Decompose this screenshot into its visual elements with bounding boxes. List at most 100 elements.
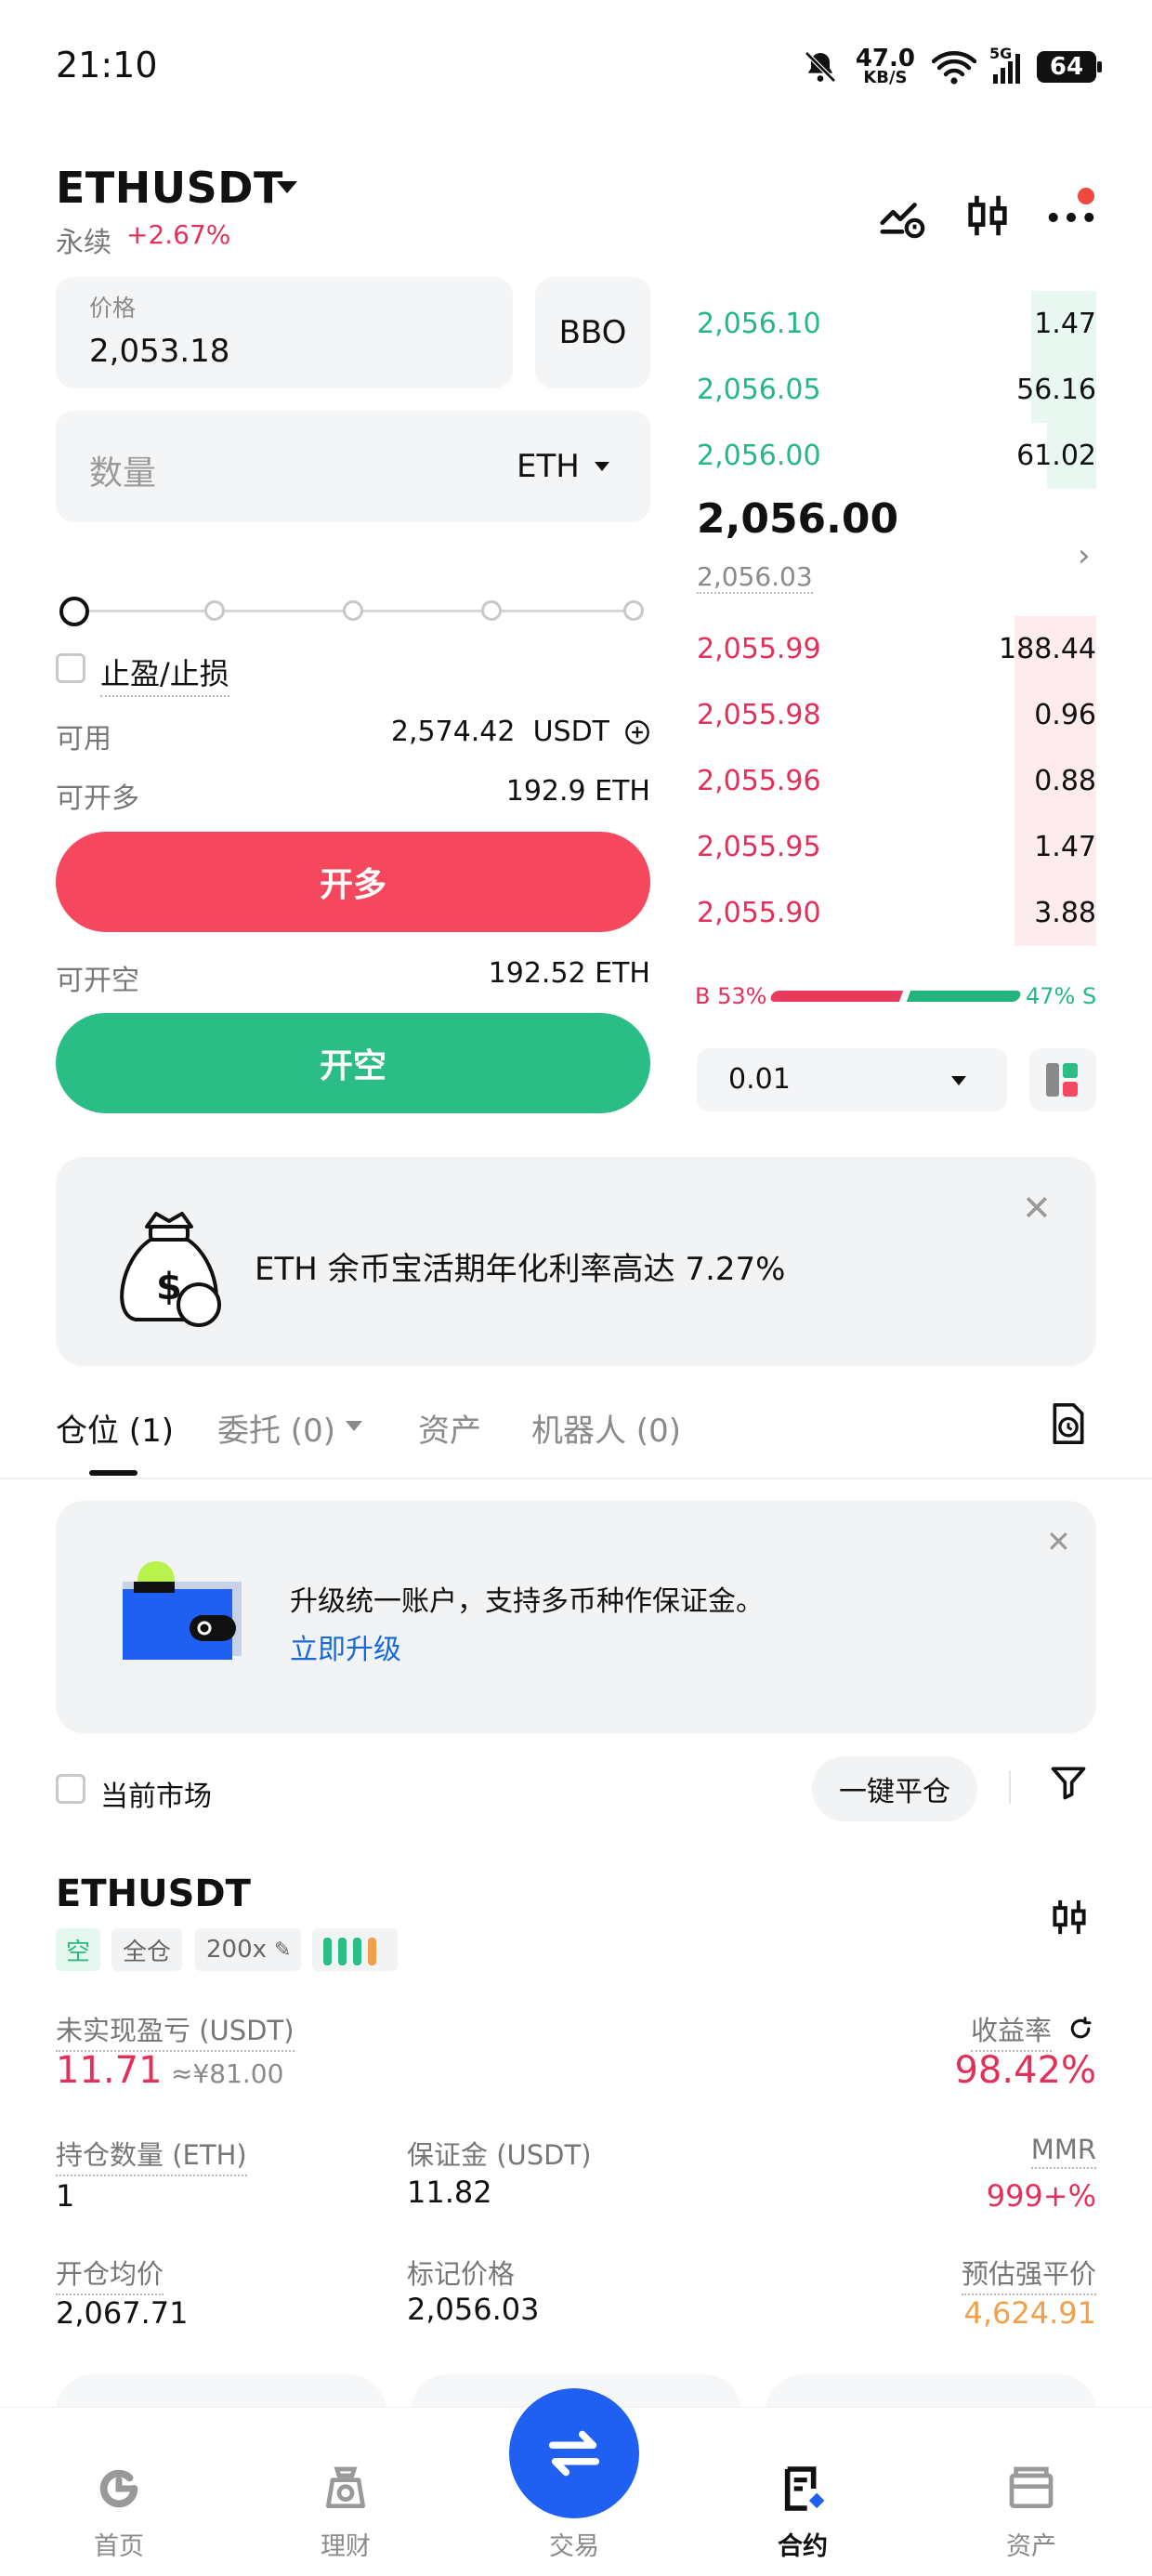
mark-price-value: 2,056.03 xyxy=(407,2292,540,2327)
nav-futures[interactable]: 合约 xyxy=(728,2463,877,2562)
trade-button[interactable] xyxy=(509,2388,639,2518)
slider-step-50[interactable] xyxy=(343,600,363,621)
bid-qty: 1.47 xyxy=(1034,831,1096,863)
unrealized-pnl-value: 11.71 xyxy=(56,2049,163,2092)
home-icon xyxy=(99,2469,138,2508)
ask-row[interactable]: 2,056.10 1.47 xyxy=(687,291,1096,357)
bid-price: 2,055.96 xyxy=(697,765,821,797)
price-input[interactable]: 2,053.18 xyxy=(89,333,229,370)
add-funds-icon[interactable] xyxy=(624,719,650,745)
history-doc-icon[interactable] xyxy=(1048,1401,1089,1446)
slider-step-25[interactable] xyxy=(204,600,225,621)
bid-row[interactable]: 2,055.90 3.88 xyxy=(687,880,1096,946)
amount-slider-handle[interactable] xyxy=(59,597,89,626)
nav-home[interactable]: 首页 xyxy=(45,2463,193,2562)
tab-positions[interactable]: 仓位 (1) xyxy=(56,1405,174,1451)
refresh-icon[interactable] xyxy=(1067,2015,1094,2043)
bid-price: 2,055.98 xyxy=(697,699,821,731)
slider-step-100[interactable] xyxy=(623,600,644,621)
wallet-nav-icon xyxy=(1009,2466,1054,2508)
ask-row[interactable]: 2,056.05 56.16 xyxy=(687,357,1096,423)
can-short-value: 192.52 ETH xyxy=(488,957,650,990)
bid-price: 2,055.95 xyxy=(697,831,821,863)
bid-row[interactable]: 2,055.96 0.88 xyxy=(687,748,1096,814)
close-icon[interactable]: ✕ xyxy=(1046,1524,1071,1559)
open-long-button[interactable]: 开多 xyxy=(56,832,650,932)
tpsl-label[interactable]: 止盈/止损 xyxy=(100,651,229,697)
liquidation-price-label[interactable]: 预估强平价 xyxy=(961,2253,1096,2295)
position-size-value: 1 xyxy=(56,2178,75,2214)
can-long-value: 192.9 ETH xyxy=(505,775,650,808)
current-market-label[interactable]: 当前市场 xyxy=(100,1773,212,1814)
price-change: +2.67% xyxy=(126,219,231,250)
bid-price: 2,055.99 xyxy=(697,633,821,665)
book-layout-button[interactable] xyxy=(1029,1048,1096,1111)
bid-row[interactable]: 2,055.95 1.47 xyxy=(687,814,1096,880)
last-price: 2,056.00 xyxy=(697,495,899,543)
candlestick-chart-icon[interactable] xyxy=(962,191,1013,241)
orders-dropdown-caret-icon[interactable] xyxy=(346,1421,362,1431)
tab-bots[interactable]: 机器人 (0) xyxy=(531,1405,681,1451)
status-time: 21:10 xyxy=(56,45,158,85)
ask-price: 2,056.10 xyxy=(697,308,821,340)
unrealized-pnl-label[interactable]: 未实现盈亏 (USDT) xyxy=(56,2009,295,2052)
mute-bell-icon xyxy=(805,51,836,83)
wallet-icon xyxy=(123,1561,242,1660)
upgrade-now-link[interactable]: 立即升级 xyxy=(290,1626,401,1667)
filter-icon[interactable] xyxy=(1048,1761,1089,1804)
quantity-unit-select[interactable]: ETH xyxy=(517,448,580,485)
close-icon[interactable]: ✕ xyxy=(1022,1188,1052,1229)
available-label: 可用 xyxy=(56,723,111,756)
nav-assets[interactable]: 资产 xyxy=(957,2463,1106,2562)
leverage-tag[interactable]: 200x ✎ xyxy=(195,1928,301,1971)
pair-dropdown-caret-icon[interactable] xyxy=(277,181,297,193)
chevron-right-icon[interactable]: › xyxy=(1078,537,1091,574)
ask-qty: 1.47 xyxy=(1034,308,1096,340)
position-size-label[interactable]: 持仓数量 (ETH) xyxy=(56,2134,247,2176)
close-all-button[interactable]: 一键平仓 xyxy=(812,1756,977,1821)
price-caption: 价格 xyxy=(89,295,137,322)
ask-row[interactable]: 2,056.00 61.02 xyxy=(687,423,1096,489)
nav-earn[interactable]: 理财 xyxy=(271,2463,420,2562)
tab-orders[interactable]: 委托 (0) xyxy=(217,1405,335,1451)
bid-row[interactable]: 2,055.99 188.44 xyxy=(687,616,1096,682)
mmr-label[interactable]: MMR xyxy=(1030,2134,1096,2169)
entry-price-label[interactable]: 开仓均价 xyxy=(56,2253,164,2295)
active-tab-indicator xyxy=(89,1470,137,1476)
bid-qty: 0.96 xyxy=(1034,699,1096,731)
ask-price: 2,056.00 xyxy=(697,440,821,472)
unit-dropdown-caret-icon[interactable] xyxy=(595,462,609,471)
nav-earn-label: 理财 xyxy=(321,2532,371,2561)
nav-futures-label: 合约 xyxy=(778,2532,828,2561)
entry-price-value: 2,067.71 xyxy=(56,2295,189,2331)
slider-step-75[interactable] xyxy=(481,600,502,621)
price-alert-chart-icon[interactable] xyxy=(877,191,927,241)
ask-qty: 61.02 xyxy=(1016,440,1096,472)
depth-step-value[interactable]: 0.01 xyxy=(728,1063,791,1096)
quantity-input[interactable]: 数量 xyxy=(89,446,156,494)
upgrade-text: 升级统一账户，支持多币种作保证金。 xyxy=(290,1585,764,1618)
pair-title[interactable]: ETHUSDT xyxy=(56,163,283,213)
buy-ratio-bar xyxy=(768,991,904,1002)
tab-assets[interactable]: 资产 xyxy=(418,1405,481,1451)
position-symbol[interactable]: ETHUSDT xyxy=(56,1873,251,1915)
bbo-button[interactable]: BBO xyxy=(535,277,650,388)
chevron-down-icon[interactable] xyxy=(951,1076,966,1085)
roe-label[interactable]: 收益率 xyxy=(970,2009,1052,2052)
bid-row[interactable]: 2,055.98 0.96 xyxy=(687,682,1096,748)
mmr-value: 999+% xyxy=(986,2178,1096,2214)
current-market-checkbox[interactable] xyxy=(56,1774,85,1804)
promo-text: ETH 余币宝活期年化利率高达 7.27% xyxy=(255,1251,786,1288)
candlestick-chart-icon[interactable] xyxy=(1048,1894,1091,1940)
margin-value: 11.82 xyxy=(407,2175,492,2210)
risk-segment xyxy=(368,1938,376,1965)
nav-home-label: 首页 xyxy=(94,2532,144,2561)
tabs-divider xyxy=(0,1478,1152,1479)
bid-qty: 188.44 xyxy=(999,633,1096,665)
risk-segment xyxy=(353,1938,361,1965)
nav-trade-label[interactable]: 交易 xyxy=(509,2526,639,2562)
liquidation-price-value: 4,624.91 xyxy=(963,2295,1097,2331)
open-short-button[interactable]: 开空 xyxy=(56,1013,650,1113)
available-value: 2,574.42 USDT xyxy=(390,716,609,748)
tpsl-checkbox[interactable] xyxy=(56,653,85,683)
